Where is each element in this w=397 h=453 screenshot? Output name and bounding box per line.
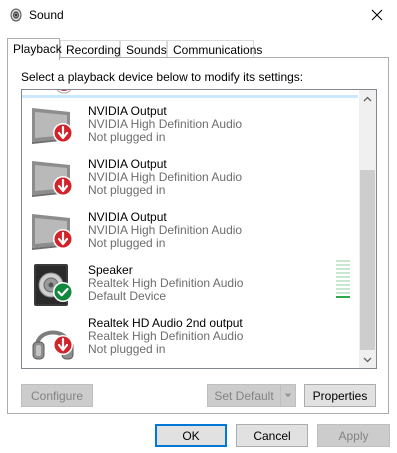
instruction-text: Select a playback device below to modify…	[21, 70, 304, 84]
window-title: Sound	[29, 8, 64, 22]
properties-button[interactable]: Properties	[304, 384, 376, 407]
device-status: Not plugged in	[88, 236, 166, 250]
default-check-badge-icon	[53, 282, 73, 302]
speaker-app-icon	[10, 8, 22, 22]
unplugged-badge-icon	[53, 176, 73, 196]
close-button[interactable]	[357, 0, 397, 30]
device-driver: Realtek High Definition Audio	[88, 329, 244, 343]
device-name: NVIDIA Output	[88, 157, 167, 171]
device-driver: Realtek High Definition Audio	[88, 276, 244, 290]
configure-button[interactable]: Configure	[21, 384, 93, 407]
device-name: Speaker	[88, 263, 133, 277]
title-bar: Sound	[0, 0, 397, 30]
device-driver: NVIDIA High Definition Audio	[88, 170, 243, 184]
chevron-down-icon	[284, 393, 292, 398]
level-meter-segment	[336, 288, 350, 290]
device-status: Not plugged in	[88, 130, 166, 144]
device-list-viewport: NVIDIA Output NVIDIA High Definition Aud…	[22, 90, 360, 368]
cancel-button[interactable]: Cancel	[236, 424, 308, 447]
scroll-up-button[interactable]	[359, 90, 376, 107]
level-meter-segment	[336, 272, 350, 274]
level-meter-segment	[336, 284, 350, 286]
device-driver: NVIDIA High Definition Audio	[88, 117, 243, 131]
device-item[interactable]: NVIDIA Output NVIDIA High Definition Aud…	[22, 157, 360, 210]
device-name: Realtek HD Audio 2nd output	[88, 316, 243, 330]
set-default-dropdown[interactable]	[280, 384, 296, 407]
unplugged-badge-icon	[53, 335, 73, 355]
device-status: Default Device	[88, 289, 167, 303]
playback-panel: Select a playback device below to modify…	[7, 57, 389, 414]
level-meter-segment	[336, 296, 350, 298]
device-item[interactable]: NVIDIA Output NVIDIA High Definition Aud…	[22, 104, 360, 157]
unplugged-badge-icon	[53, 123, 73, 143]
tab-playback[interactable]: Playback	[7, 38, 62, 60]
unplugged-badge-icon	[53, 229, 73, 249]
chevron-down-icon	[363, 357, 372, 362]
device-name: NVIDIA Output	[88, 104, 167, 118]
level-meter-segment	[336, 264, 350, 266]
unplugged-badge-icon	[56, 90, 72, 94]
level-meter-segment	[336, 280, 350, 282]
close-icon	[371, 9, 383, 21]
level-meter-segment	[336, 268, 350, 270]
level-meter-segment	[336, 276, 350, 278]
vertical-scrollbar[interactable]	[359, 90, 376, 368]
apply-button[interactable]: Apply	[317, 424, 390, 447]
device-item[interactable]: NVIDIA Output NVIDIA High Definition Aud…	[22, 210, 360, 263]
device-item[interactable]: Realtek HD Audio 2nd output Realtek High…	[22, 316, 360, 368]
level-meter-segment	[336, 292, 350, 294]
chevron-up-icon	[363, 96, 372, 101]
set-default-button[interactable]: Set Default	[207, 384, 281, 407]
device-list[interactable]: NVIDIA Output NVIDIA High Definition Aud…	[21, 89, 377, 369]
device-status: Not plugged in	[88, 342, 166, 356]
volume-level-meter	[336, 260, 350, 298]
device-name: NVIDIA Output	[88, 210, 167, 224]
device-status: Not plugged in	[88, 183, 166, 197]
device-item-default[interactable]: Speaker Realtek High Definition Audio De…	[22, 263, 360, 316]
ok-button[interactable]: OK	[155, 424, 227, 447]
level-meter-segment	[336, 260, 350, 262]
scroll-down-button[interactable]	[359, 351, 376, 368]
scrollbar-thumb[interactable]	[360, 170, 375, 350]
device-driver: NVIDIA High Definition Audio	[88, 223, 243, 237]
